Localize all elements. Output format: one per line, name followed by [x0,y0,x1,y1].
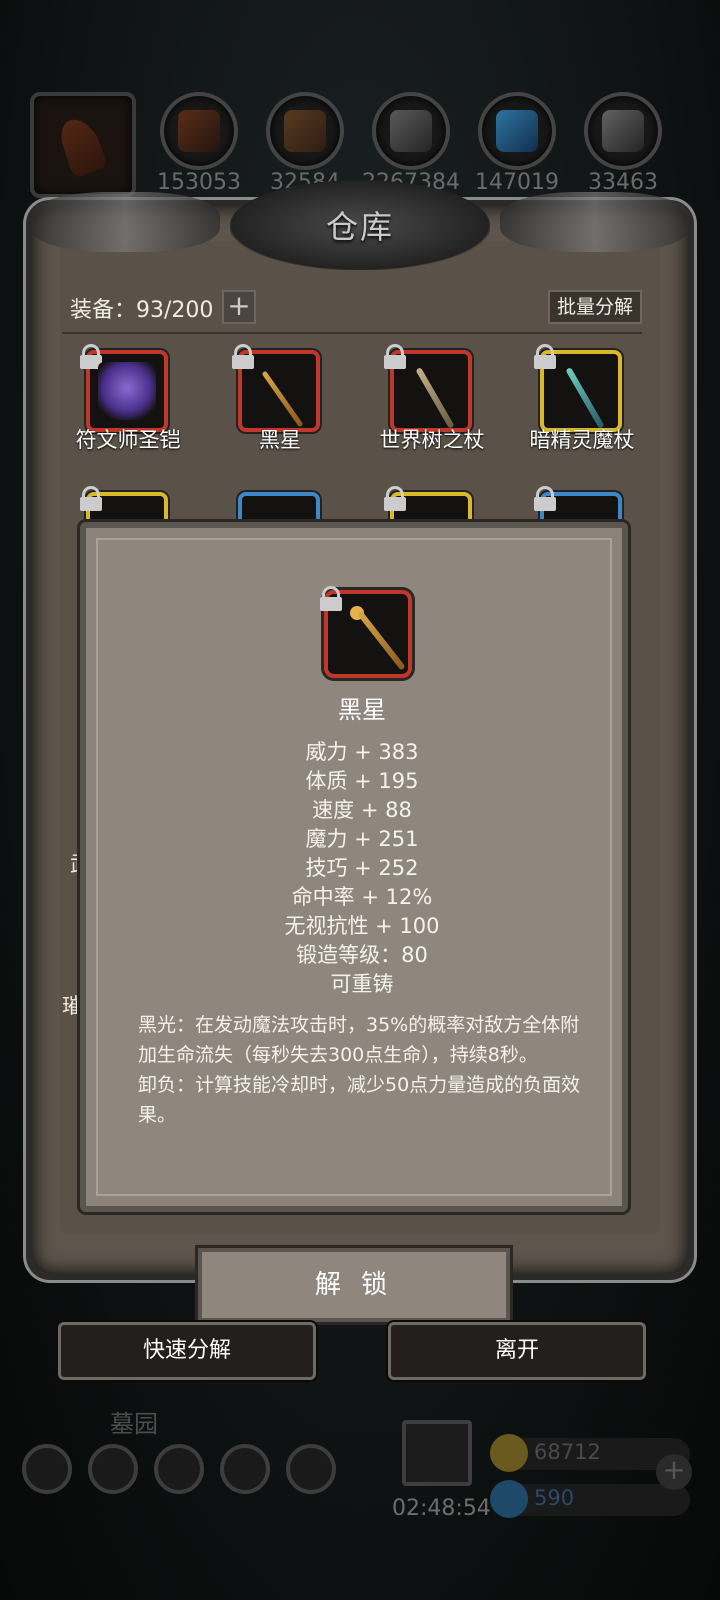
lock-icon [80,344,102,369]
stat-forge-level: 锻造等级：80 [296,943,428,967]
resource-count: 147019 [475,170,559,195]
item-detail-inner: 黑星 威力 + 383 体质 + 195 速度 + 88 魔力 + 251 技巧… [96,538,612,1196]
location-label: 墓园 [110,1410,158,1438]
item-slot-world-tree-staff[interactable] [384,344,472,432]
resource-steel[interactable] [584,92,662,170]
stat-magic: 魔力 + 251 [305,827,419,851]
effect-unburden: 卸负：计算技能冷却时，减少50点力量造成的负面效果。 [138,1074,581,1126]
panel-title: 仓库 [325,208,394,246]
item-name: 符文师圣铠 [75,428,181,452]
stat-list: 威力 + 383 体质 + 195 速度 + 88 魔力 + 251 技巧 + … [98,738,626,999]
item-slot-black-star[interactable] [232,344,320,432]
menu-icon[interactable] [154,1444,204,1494]
resource-main-slot[interactable] [30,92,136,198]
item-description: 黑光：在发动魔法攻击时，35%的概率对敌方全体附加生命流失（每秒失去300点生命… [138,1010,598,1130]
ore-icon [56,113,108,179]
quick-decompose-button[interactable]: 快速分解 [58,1322,316,1380]
item-name: 世界树之杖 [379,428,485,452]
menu-icon[interactable] [286,1444,336,1494]
crystal-icon [496,110,538,152]
menu-icon[interactable] [220,1444,270,1494]
gift-icon[interactable] [402,1420,472,1486]
lock-icon [534,486,556,511]
resource-count: 153053 [157,170,241,195]
leather-icon [178,110,220,152]
lock-icon [80,486,102,511]
armor-icon [98,362,156,420]
batch-decompose-button[interactable]: 批量分解 [548,290,642,324]
stat-recastable: 可重铸 [330,972,394,996]
menu-icon[interactable] [22,1444,72,1494]
item-name: 暗精灵魔杖 [529,428,635,452]
stat-speed: 速度 + 88 [312,798,412,822]
resource-wood[interactable] [266,92,344,170]
gold-value: 68712 [534,1440,601,1464]
lock-icon [384,486,406,511]
staff-icon [402,362,460,429]
item-slot-dark-elf-wand[interactable] [534,344,622,432]
stat-power: 威力 + 383 [305,740,419,764]
staff-icon [552,362,610,429]
gem-value: 590 [534,1486,575,1510]
staff-icon [336,602,406,671]
item-name: 黑星 [259,428,301,452]
lock-icon [534,344,556,369]
expand-capacity-button[interactable]: + [222,290,256,324]
add-currency-button[interactable]: + [656,1454,692,1490]
equipment-capacity: 装备：93/200 [70,298,214,323]
stat-ignore-resist: 无视抗性 + 100 [284,914,440,938]
menu-icon[interactable] [88,1444,138,1494]
gem-icon [490,1480,528,1518]
resource-crystal[interactable] [478,92,556,170]
item-detail-popup: 黑星 威力 + 383 体质 + 195 速度 + 88 魔力 + 251 技巧… [80,522,628,1212]
detail-item-name: 黑星 [338,696,386,724]
lock-icon [232,344,254,369]
divider [62,332,642,334]
detail-item-slot [320,586,412,678]
staff-icon [250,362,308,428]
stat-constitution: 体质 + 195 [305,769,419,793]
resource-leather[interactable] [160,92,238,170]
gold-icon [490,1434,528,1472]
lock-icon [384,344,406,369]
item-slot-rune-armor[interactable] [80,344,168,432]
stat-skill: 技巧 + 252 [305,856,419,880]
steel-icon [602,110,644,152]
gem-counter: 590 [490,1480,690,1518]
iron-icon [390,110,432,152]
gift-timer: 02:48:54 [392,1496,491,1521]
effect-black-light: 黑光：在发动魔法攻击时，35%的概率对敌方全体附加生命流失（每秒失去300点生命… [138,1014,580,1066]
stat-hit-rate: 命中率 + 12% [291,885,433,909]
wood-icon [284,110,326,152]
unlock-button[interactable]: 解 锁 [198,1248,510,1322]
resource-iron[interactable] [372,92,450,170]
leave-button[interactable]: 离开 [388,1322,646,1380]
